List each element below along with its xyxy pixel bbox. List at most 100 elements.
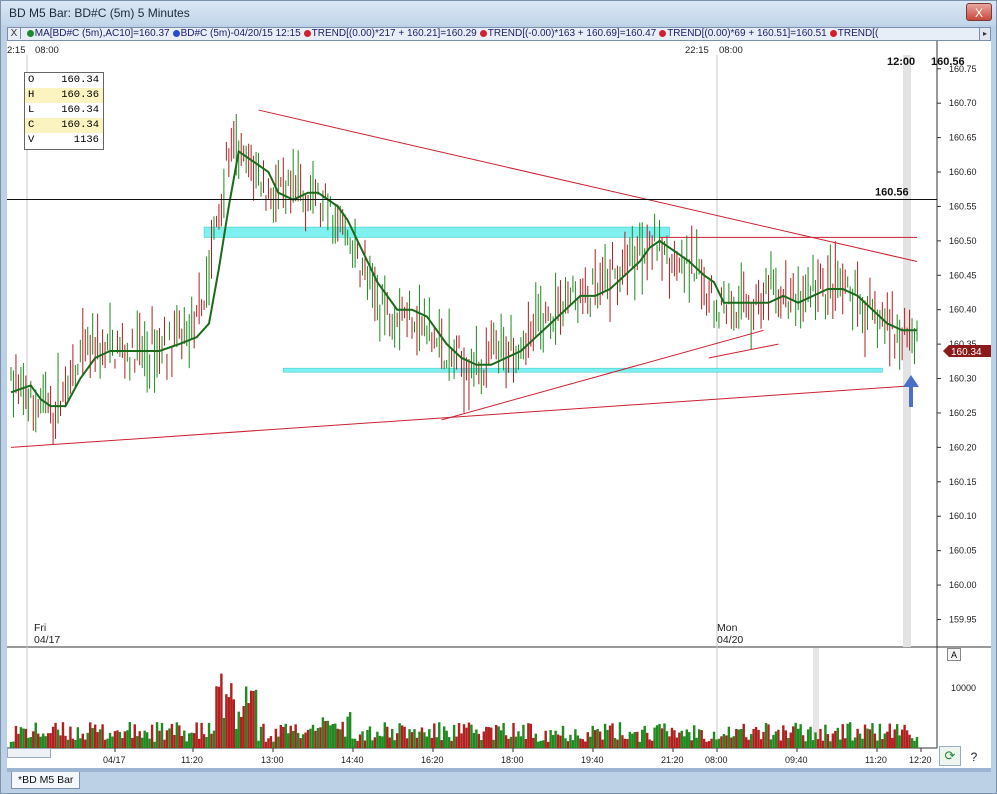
volume-bar-283 <box>710 738 713 748</box>
horizontal-line-label: 160.56 <box>875 187 909 199</box>
study-status-icon[interactable] <box>659 30 667 37</box>
price-tick-label-13: 160.10 <box>949 511 977 521</box>
volume-bar-328 <box>821 740 825 748</box>
volume-bar-320 <box>801 735 805 748</box>
study-item-2[interactable]: TREND[(0.00)*217 + 160.21]=160.29 <box>312 28 477 39</box>
volume-bar-346 <box>866 728 869 748</box>
tab-bd-m5-bar[interactable]: *BD M5 Bar <box>11 772 81 789</box>
study-item-3[interactable]: TREND[(-0.00)*163 + 160.69]=160.47 <box>488 28 656 39</box>
horizontal-scrollbar[interactable] <box>7 748 51 758</box>
volume-bar-221 <box>556 734 560 748</box>
volume-bar-6 <box>24 728 28 748</box>
volume-bar-44 <box>118 731 122 748</box>
volume-bar-8 <box>29 736 33 748</box>
study-status-icon[interactable] <box>479 30 487 37</box>
volume-bar-213 <box>537 741 540 748</box>
volume-bar-82 <box>212 730 216 748</box>
time-tick-label-0: 04/17 <box>103 755 126 765</box>
volume-bar-210 <box>529 723 533 748</box>
volume-bar-75 <box>195 722 198 748</box>
volume-bar-243 <box>611 723 614 748</box>
volume-bar-257 <box>645 732 649 748</box>
price-tick-label-12: 160.15 <box>949 477 977 487</box>
time-tick-label-3: 14:40 <box>341 755 364 765</box>
volume-bar-170 <box>430 737 434 748</box>
volume-bar-146 <box>371 740 374 748</box>
volume-axis-button[interactable]: A <box>947 648 961 661</box>
study-status-icon[interactable] <box>303 30 311 37</box>
studybar-scroll-icon[interactable]: ▸ <box>979 28 990 40</box>
chart-area[interactable]: 160.75 160.70 160.65 160.60 160.55 160.50 160.… <box>7 41 991 768</box>
close-button[interactable]: X <box>966 3 992 21</box>
date-label-0: 04/17 <box>34 634 60 646</box>
refresh-icon[interactable]: ⟳ <box>939 746 961 766</box>
study-status-icon[interactable] <box>172 30 180 37</box>
volume-bar-109 <box>279 724 283 748</box>
volume-bar-230 <box>579 738 582 748</box>
study-status-icon[interactable] <box>26 30 34 37</box>
volume-bar-34 <box>93 724 97 748</box>
help-button[interactable]: ? <box>965 748 983 766</box>
volume-bar-145 <box>368 726 372 748</box>
volume-bar-214 <box>539 740 542 748</box>
volume-bar-176 <box>445 730 448 748</box>
volume-bar-260 <box>653 727 656 748</box>
day-label-0: Fri <box>34 622 46 634</box>
volume-bar-65 <box>170 723 174 748</box>
study-item-4[interactable]: TREND[(0.00)*69 + 160.51]=160.51 <box>667 28 827 39</box>
window-title: BD M5 Bar: BD#C (5m) 5 Minutes <box>9 6 190 20</box>
volume-bar-343 <box>858 733 862 748</box>
volume-bar-327 <box>819 728 822 748</box>
volume-bar-314 <box>787 738 790 748</box>
study-bar: X MA[BD#C (5m),AC10]=160.37 BD#C (5m)-04/… <box>7 27 991 41</box>
volume-bar-218 <box>549 730 552 748</box>
volume-bar-4 <box>19 727 23 748</box>
volume-bar-239 <box>601 739 604 748</box>
volume-bar-59 <box>155 722 159 748</box>
volume-bar-297 <box>744 737 748 748</box>
volume-bar-326 <box>816 739 820 748</box>
volume-bar-197 <box>497 726 500 748</box>
trendline-1 <box>441 329 764 421</box>
time-tick-label-2: 13:00 <box>261 755 284 765</box>
volume-bar-77 <box>200 722 203 748</box>
volume-bar-31 <box>86 732 89 748</box>
study-item-0[interactable]: MA[BD#C (5m),AC10]=160.37 <box>35 28 170 39</box>
volume-bar-264 <box>663 723 666 748</box>
volume-bar-217 <box>546 741 550 748</box>
volume-bar-348 <box>871 723 874 748</box>
study-item-1[interactable]: BD#C (5m)-04/20/15 12:15 <box>181 28 301 39</box>
volume-bar-269 <box>675 737 679 748</box>
time-tick-label-9: 09:40 <box>785 755 808 765</box>
volume-bar-248 <box>623 738 627 748</box>
volume-bar-304 <box>762 731 765 748</box>
volume-bar-61 <box>160 723 164 748</box>
volume-bar-263 <box>660 728 664 748</box>
volume-bar-153 <box>388 737 391 748</box>
price-tick-label-9: 160.30 <box>949 374 977 384</box>
support-zone-1 <box>282 367 883 373</box>
top-time-label-3: 08:00 <box>719 45 743 56</box>
volume-bar-232 <box>584 741 587 748</box>
volume-bar-290 <box>727 726 731 748</box>
study-status-icon[interactable] <box>829 30 837 37</box>
volume-bar-178 <box>450 740 453 748</box>
price-chart[interactable]: 160.75160.70160.65160.60160.55160.50160.… <box>7 41 991 768</box>
volume-bar-335 <box>839 739 842 748</box>
volume-bar-307 <box>769 739 773 748</box>
volume-bar-111 <box>284 723 287 748</box>
volume-bar-54 <box>143 730 146 748</box>
title-bar[interactable]: BD M5 Bar: BD#C (5m) 5 Minutes X <box>1 1 996 25</box>
time-tick-label-8: 08:00 <box>705 755 728 765</box>
volume-bar-46 <box>123 731 127 748</box>
price-tick-label-11: 160.20 <box>949 442 977 452</box>
volume-bar-129 <box>329 725 332 748</box>
volume-bar-340 <box>851 740 854 748</box>
volume-bar-278 <box>697 729 701 748</box>
studybar-close-icon[interactable]: X <box>8 28 21 40</box>
volume-bar-209 <box>527 723 530 748</box>
volume-bar-21 <box>61 722 65 748</box>
volume-bar-119 <box>304 732 307 748</box>
study-item-5[interactable]: TREND[( <box>838 28 879 39</box>
volume-bar-11 <box>37 733 40 748</box>
